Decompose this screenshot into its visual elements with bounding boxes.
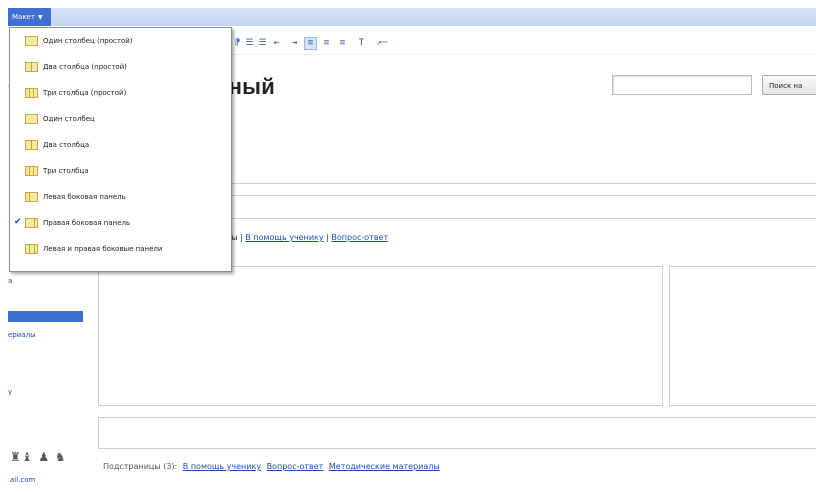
align-left-icon[interactable]: ≡: [304, 37, 317, 50]
search-input[interactable]: [612, 75, 752, 95]
subpage-link[interactable]: Методические материалы: [329, 462, 440, 471]
menu-item-label: Два столбца: [43, 141, 90, 149]
nav-link-help-student[interactable]: В помощь ученику: [245, 233, 323, 242]
navigation-links: ны | В помощь ученику | Вопрос-ответ: [226, 233, 388, 242]
layout-button-label: Макет: [12, 13, 35, 21]
menu-item-label: Три столбца (простой): [43, 89, 127, 97]
editor-top-bar: [8, 8, 816, 27]
window-frame: [0, 0, 816, 8]
layout-option-one-column[interactable]: Один столбец: [10, 108, 231, 132]
layout-option-left-sidebar[interactable]: Левая боковая панель: [10, 186, 231, 210]
left-nav-item[interactable]: у: [8, 388, 12, 396]
layout-option-left-right-sidebars[interactable]: Левая и правая боковые панели: [10, 238, 231, 262]
left-nav-selected[interactable]: [8, 311, 83, 322]
clear-format-icon[interactable]: T: [356, 38, 367, 49]
layout-dropdown-menu: Один столбец (простой) Два столбца (прос…: [9, 27, 232, 272]
footer-box[interactable]: [98, 417, 816, 449]
menu-item-label: Один столбец (простой): [43, 37, 133, 45]
list-bullets-icon[interactable]: ☰: [244, 38, 255, 49]
main-content-box[interactable]: [98, 266, 663, 406]
right-sidebar-box[interactable]: [669, 266, 816, 406]
menu-item-label: Три столбца: [43, 167, 89, 175]
outdent-icon[interactable]: ⇤: [271, 38, 282, 49]
align-right-icon[interactable]: ≡: [337, 38, 348, 49]
menu-item-label: Левая боковая панель: [43, 193, 126, 201]
menu-item-label: Один столбец: [43, 115, 95, 123]
layout-one-column-icon: [25, 36, 38, 46]
layout-three-columns-icon: [25, 88, 38, 98]
subpage-link[interactable]: Вопрос-ответ: [267, 462, 324, 471]
left-nav-item[interactable]: ериалы: [8, 331, 36, 339]
align-center-icon[interactable]: ≡: [321, 38, 332, 49]
subpages-label: Подстраницы (3):: [103, 462, 178, 471]
checkmark-icon: ✔: [14, 217, 22, 227]
menu-item-label: Левая и правая боковые панели: [43, 245, 163, 253]
menu-item-label: Правая боковая панель: [43, 219, 131, 227]
layout-option-right-sidebar[interactable]: ✔ Правая боковая панель: [10, 212, 231, 236]
layout-option-one-column-simple[interactable]: Один столбец (простой): [10, 30, 231, 54]
layout-one-column-icon: [25, 114, 38, 124]
link-icon[interactable]: ↗─: [372, 38, 392, 49]
nav-link-qa[interactable]: Вопрос-ответ: [331, 233, 388, 242]
list-numbers-icon[interactable]: ☰: [257, 38, 268, 49]
left-footer-email[interactable]: ail.com: [10, 476, 35, 484]
indent-more-icon[interactable]: ⇥: [289, 38, 300, 49]
nav-separator: |: [326, 233, 329, 242]
layout-three-columns-icon: [25, 166, 38, 176]
layout-right-sidebar-icon: [25, 218, 38, 228]
layout-two-columns-icon: [25, 62, 38, 72]
menu-item-label: Два столбца (простой): [43, 63, 127, 71]
chevron-down-icon: ▼: [37, 14, 43, 21]
subpages-bar: Подстраницы (3): В помощь ученику Вопрос…: [103, 462, 440, 471]
layout-menu-button[interactable]: Макет ▼: [8, 8, 51, 26]
people-icons: ♜♝ ♟ ♞: [10, 450, 67, 464]
left-nav-item[interactable]: а: [8, 277, 12, 285]
subpage-link[interactable]: В помощь ученику: [183, 462, 261, 471]
layout-option-two-columns[interactable]: Два столбца: [10, 134, 231, 158]
indent-icon[interactable]: ⁋: [232, 38, 243, 49]
layout-option-three-columns-simple[interactable]: Три столбца (простой): [10, 82, 231, 106]
search-button[interactable]: Поиск на: [762, 75, 816, 95]
layout-both-sidebars-icon: [25, 244, 38, 254]
layout-option-three-columns[interactable]: Три столбца: [10, 160, 231, 184]
layout-option-two-columns-simple[interactable]: Два столбца (простой): [10, 56, 231, 80]
layout-left-sidebar-icon: [25, 192, 38, 202]
layout-two-columns-icon: [25, 140, 38, 150]
